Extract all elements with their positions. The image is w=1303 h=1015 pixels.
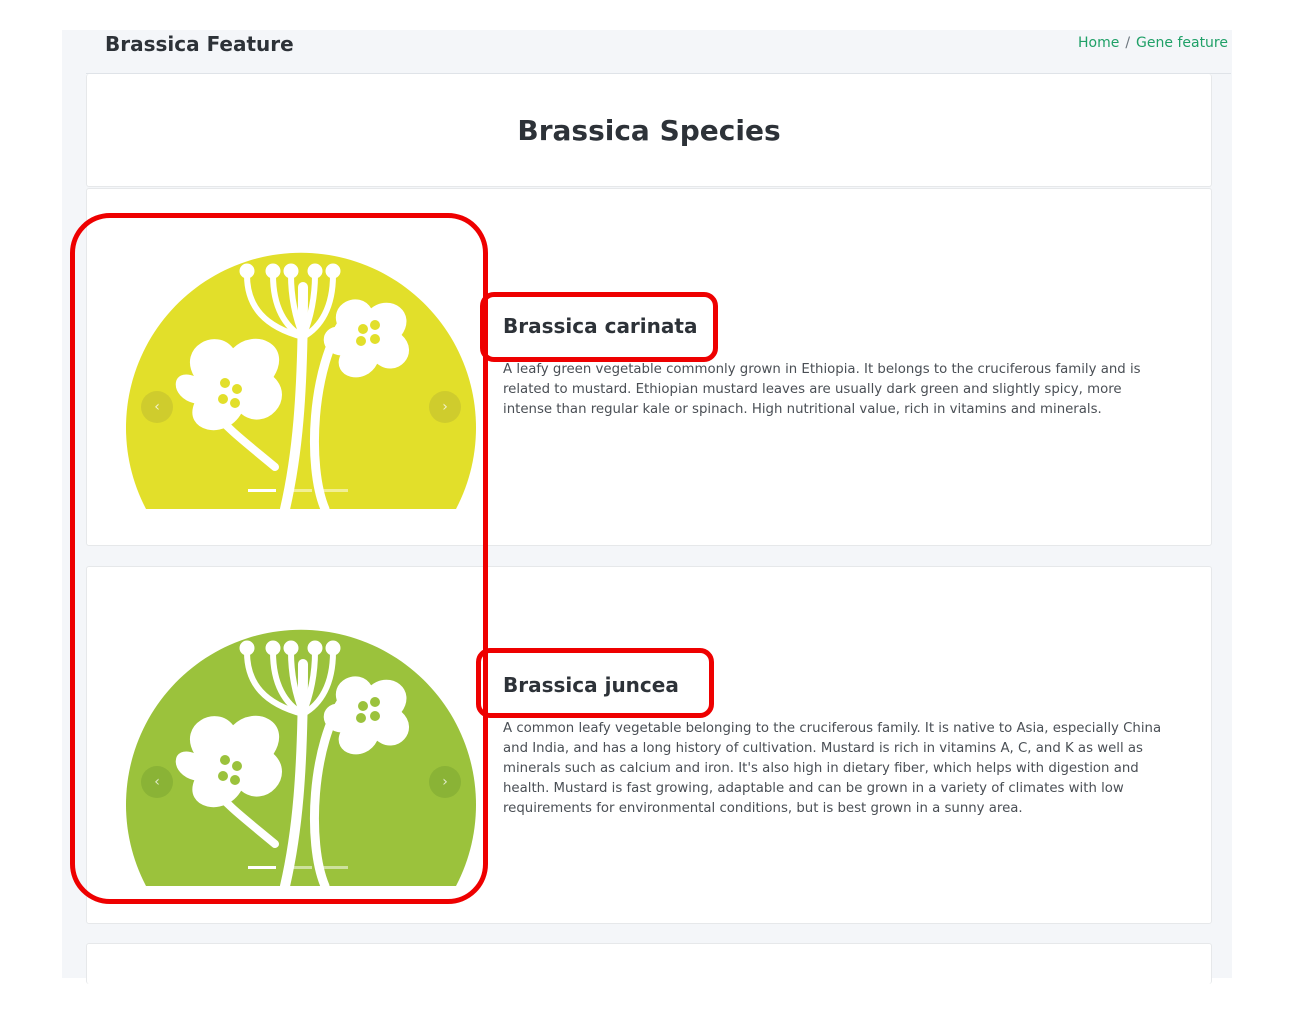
species-card-juncea: ‹ › Brassica juncea A common leafy veget… (86, 566, 1212, 924)
brassica-flower-illustration (126, 252, 476, 509)
breadcrumb: Home / Gene feature (1078, 35, 1228, 51)
carousel-indicator[interactable] (284, 866, 312, 869)
breadcrumb-home-link[interactable]: Home (1078, 35, 1119, 51)
carousel-next-button[interactable]: › (429, 391, 461, 423)
carousel-indicators (248, 866, 348, 869)
carousel-indicator[interactable] (320, 489, 348, 492)
carousel-indicator[interactable] (248, 489, 276, 492)
species-card-carinata: ‹ › Brassica carinata A leafy green vege… (86, 188, 1212, 546)
carousel-indicator[interactable] (320, 866, 348, 869)
carousel-next-button[interactable]: › (429, 766, 461, 798)
species-image-carousel[interactable]: ‹ › (125, 227, 477, 509)
content-header: Brassica Feature Home / Gene feature (86, 30, 1231, 74)
brassica-flower-illustration (126, 629, 476, 886)
title-card: Brassica Species (86, 74, 1212, 187)
header-title: Brassica Feature (105, 32, 294, 56)
species-description: A common leafy vegetable belonging to th… (503, 721, 1162, 816)
carousel-indicator[interactable] (248, 866, 276, 869)
species-name: Brassica carinata (503, 314, 698, 338)
chevron-left-icon: ‹ (154, 399, 160, 415)
carousel-indicators (248, 489, 348, 492)
carousel-prev-button[interactable]: ‹ (141, 766, 173, 798)
chevron-right-icon: › (442, 399, 448, 415)
carousel-prev-button[interactable]: ‹ (141, 391, 173, 423)
breadcrumb-separator: / (1125, 35, 1131, 51)
species-description: A leafy green vegetable commonly grown i… (503, 362, 1141, 417)
chevron-left-icon: ‹ (154, 774, 160, 790)
species-image-carousel[interactable]: ‹ › (125, 604, 477, 886)
species-card-next (86, 943, 1212, 984)
carousel-indicator[interactable] (284, 489, 312, 492)
breadcrumb-current-link[interactable]: Gene feature (1136, 35, 1228, 51)
species-name: Brassica juncea (503, 673, 679, 697)
chevron-right-icon: › (442, 774, 448, 790)
page-title: Brassica Species (517, 114, 781, 147)
